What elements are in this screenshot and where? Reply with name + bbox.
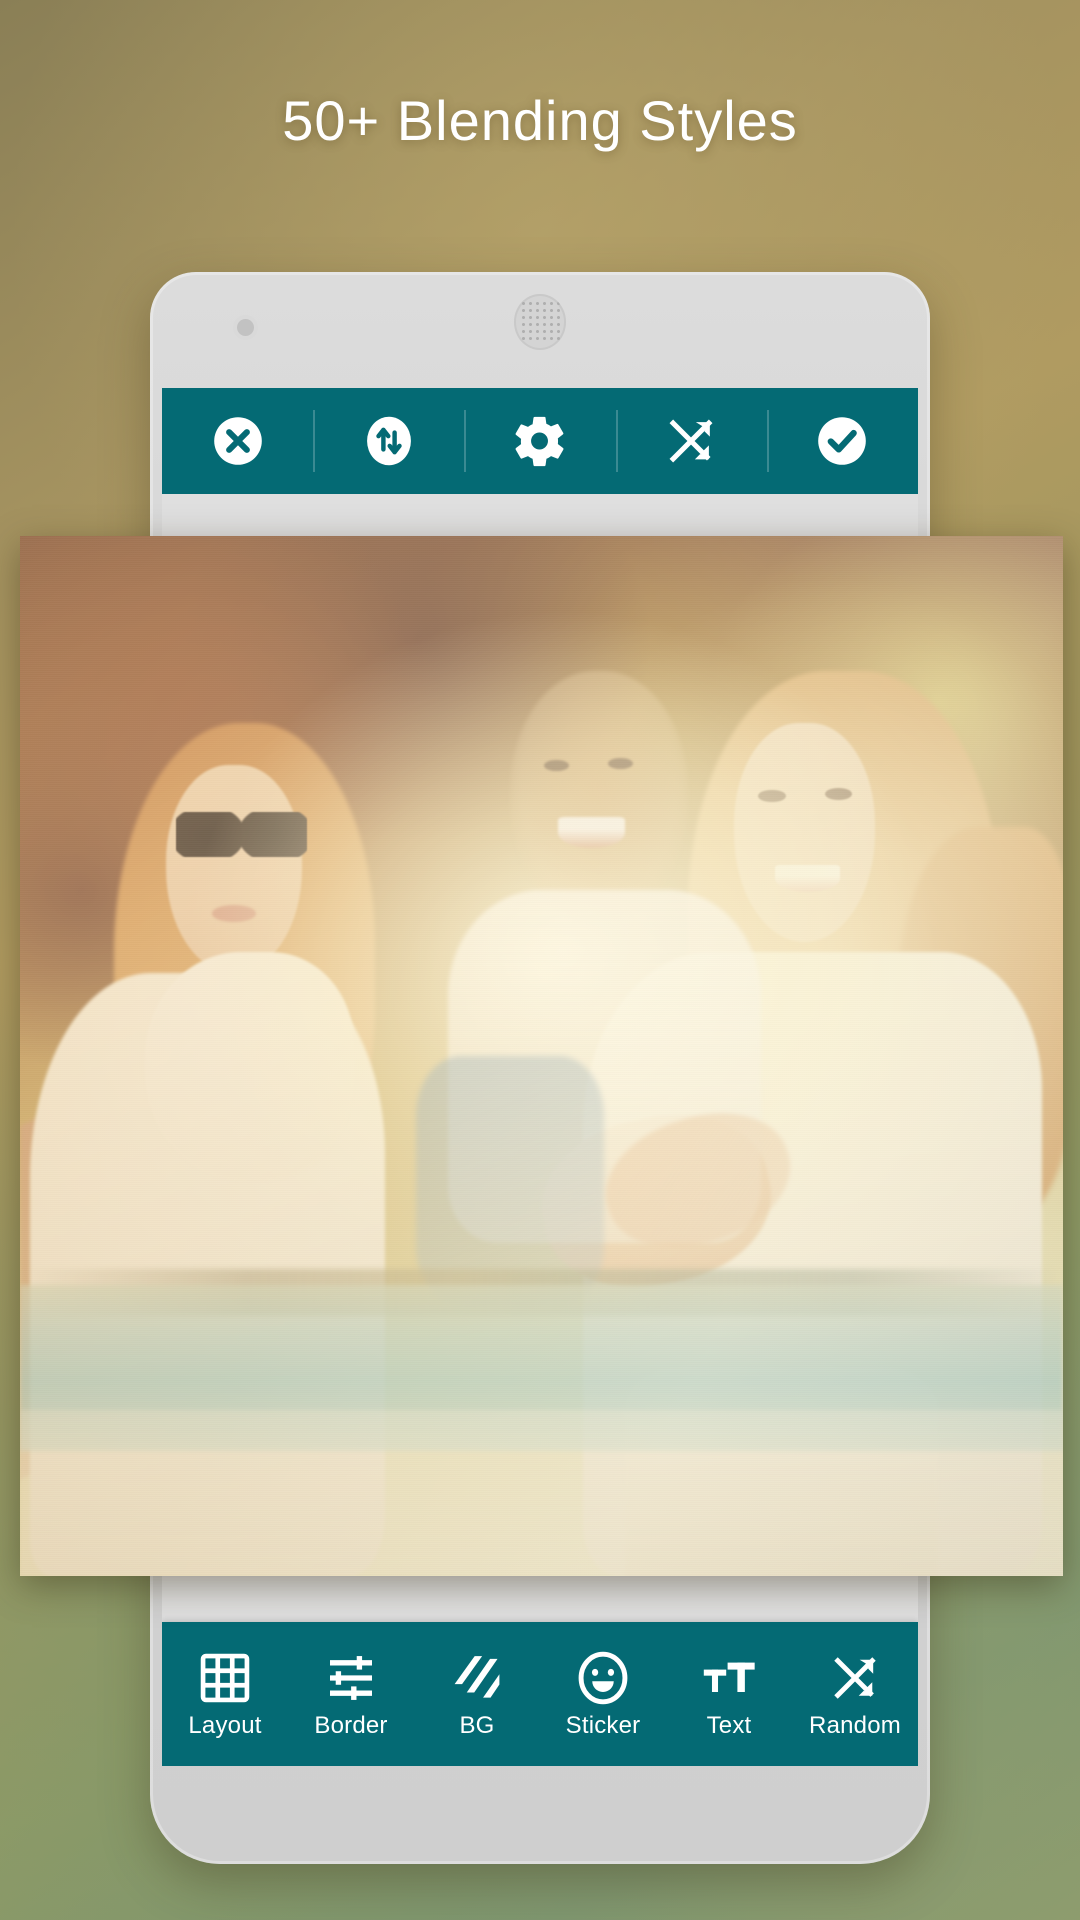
- photo-canvas: [20, 536, 1063, 1576]
- close-button[interactable]: [162, 388, 313, 494]
- grid-icon: [200, 1653, 250, 1703]
- text-label: Text: [706, 1712, 752, 1739]
- settings-button[interactable]: [464, 388, 615, 494]
- sticker-button[interactable]: Sticker: [540, 1622, 666, 1766]
- sticker-label: Sticker: [565, 1712, 641, 1739]
- swap-button[interactable]: [313, 388, 464, 494]
- smiley-icon: [578, 1651, 628, 1705]
- shuffle-button[interactable]: [615, 388, 767, 494]
- bg-label: BG: [459, 1712, 495, 1739]
- layout-button[interactable]: Layout: [162, 1622, 288, 1766]
- diagonal-stripes-icon: [454, 1656, 500, 1698]
- promo-headline: 50+ Blending Styles: [282, 89, 798, 152]
- text-size-icon: [703, 1662, 755, 1692]
- layout-label: Layout: [188, 1712, 262, 1739]
- border-button[interactable]: Border: [288, 1622, 414, 1766]
- text-button[interactable]: Text: [666, 1622, 792, 1766]
- bottom-toolbar: Layout Border BG Sticker Text Random: [162, 1622, 918, 1766]
- top-toolbar: [162, 388, 918, 494]
- gear-icon: [515, 416, 564, 467]
- shuffle-icon: [669, 419, 713, 463]
- border-label: Border: [314, 1712, 388, 1739]
- blended-photo-preview[interactable]: [20, 536, 1063, 1576]
- random-button[interactable]: Random: [792, 1622, 918, 1766]
- shuffle-icon: [834, 1657, 876, 1699]
- front-camera-icon: [237, 319, 254, 336]
- earpiece-mesh: [520, 300, 560, 344]
- close-circle-icon: [213, 417, 262, 465]
- check-circle-icon: [818, 417, 867, 465]
- phone-top-bezel: [150, 272, 930, 388]
- sliders-icon: [330, 1656, 372, 1700]
- random-label: Random: [809, 1712, 901, 1739]
- swap-vertical-circle-icon: [366, 416, 411, 466]
- earpiece-speaker-icon: [514, 294, 566, 350]
- photo-film-grain: [20, 536, 1063, 1576]
- bg-button[interactable]: BG: [414, 1622, 540, 1766]
- done-button[interactable]: [766, 388, 918, 494]
